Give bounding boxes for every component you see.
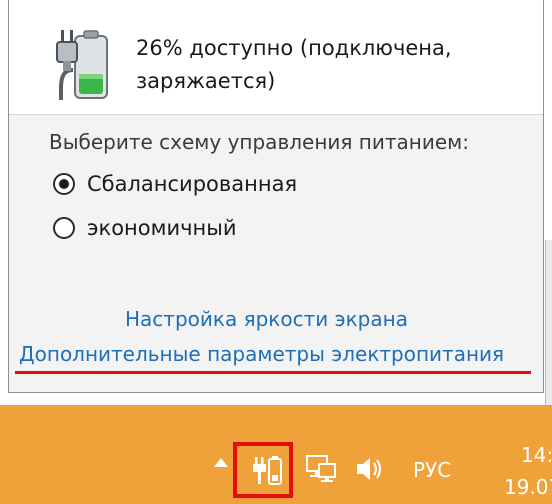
network-icon[interactable] (305, 452, 339, 486)
taskbar: РУС 14: 19.07. (0, 405, 552, 504)
scheme-option-label: экономичный (87, 216, 237, 240)
battery-flyout: 26% доступно (подключена, заряжается) Вы… (8, 0, 544, 393)
power-icon[interactable] (253, 453, 283, 487)
volume-icon[interactable] (354, 454, 384, 484)
background-window-edge (545, 240, 552, 405)
scheme-option-label: Сбалансированная (87, 172, 298, 196)
clock-time[interactable]: 14: (521, 443, 552, 467)
battery-status-text: 26% доступно (подключена, заряжается) (136, 32, 496, 98)
brightness-settings-link[interactable]: Настройка яркости экрана (125, 307, 408, 331)
scheme-option-balanced[interactable]: Сбалансированная (53, 172, 297, 196)
red-underline-annotation (15, 371, 531, 374)
battery-status-line1: 26% доступно (подключена, (136, 36, 452, 60)
radio-checked-icon[interactable] (53, 173, 75, 195)
triangle-up-icon[interactable] (214, 458, 228, 467)
battery-status-line2: заряжается) (136, 69, 276, 93)
power-scheme-prompt: Выберите схему управления питанием: (49, 130, 469, 154)
scheme-option-economy[interactable]: экономичный (53, 216, 237, 240)
battery-charging-icon (56, 30, 108, 100)
advanced-power-settings-link[interactable]: Дополнительные параметры электропитания (19, 342, 504, 366)
radio-unchecked-icon[interactable] (53, 217, 75, 239)
language-indicator[interactable]: РУС (413, 458, 451, 482)
battery-status-section: 26% доступно (подключена, заряжается) (9, 0, 543, 115)
clock-date[interactable]: 19.07. (504, 475, 552, 499)
